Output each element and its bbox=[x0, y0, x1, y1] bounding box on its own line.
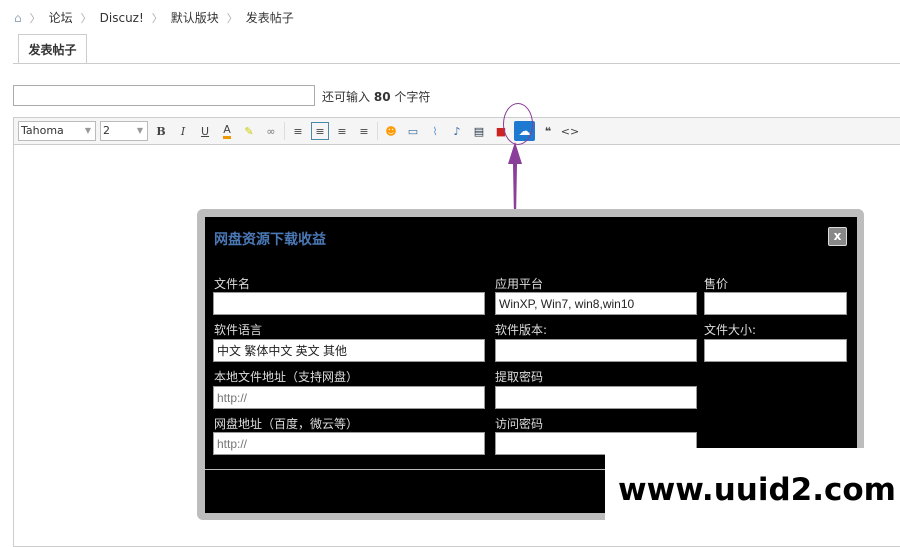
editor-toolbar: Tahoma ▼ 2 ▼ B I U A ✎ ∞ ≡ ≡ ≡ ≡ ☻ ▭ ⌇ ♪ ▤… bbox=[14, 118, 900, 145]
divider bbox=[377, 122, 378, 140]
dialog-title: 网盘资源下载收益 bbox=[214, 232, 326, 248]
label-language: 软件语言 bbox=[214, 323, 263, 337]
breadcrumb-current: 发表帖子 bbox=[245, 11, 294, 25]
image-icon[interactable]: ▭ bbox=[404, 122, 422, 140]
label-version: 软件版本: bbox=[495, 323, 548, 337]
attachment-icon[interactable]: ⌇ bbox=[426, 122, 444, 140]
font-select[interactable]: Tahoma ▼ bbox=[18, 121, 96, 141]
cloud-url-input[interactable] bbox=[213, 432, 485, 455]
home-icon[interactable]: ⌂ bbox=[14, 11, 22, 25]
highlight-icon[interactable]: ✎ bbox=[240, 122, 258, 140]
italic-button[interactable]: I bbox=[174, 122, 192, 140]
tab-post[interactable]: 发表帖子 bbox=[18, 34, 87, 64]
filesize-input[interactable] bbox=[704, 339, 847, 362]
label-filename: 文件名 bbox=[214, 277, 251, 291]
annotation-arrow bbox=[508, 142, 522, 218]
link-icon[interactable]: ∞ bbox=[262, 122, 280, 140]
align-justify-icon[interactable]: ≡ bbox=[311, 122, 329, 140]
breadcrumb: ⌂ 〉 论坛〉 Discuz! 〉 默认版块〉 发表帖子 bbox=[14, 9, 294, 26]
breadcrumb-forum[interactable]: 论坛 bbox=[49, 9, 73, 26]
label-filesize: 文件大小: bbox=[704, 323, 757, 337]
align-center-icon[interactable]: ≡ bbox=[333, 122, 351, 140]
divider bbox=[284, 122, 285, 140]
label-local-url: 本地文件地址（支持网盘） bbox=[214, 370, 359, 384]
label-platform: 应用平台 bbox=[495, 277, 544, 291]
label-extract-code: 提取密码 bbox=[495, 370, 544, 384]
music-icon[interactable]: ♪ bbox=[448, 122, 466, 140]
breadcrumb-discuz[interactable]: Discuz! bbox=[100, 11, 144, 25]
price-input[interactable] bbox=[704, 292, 847, 315]
quote-button[interactable]: ❝ bbox=[539, 122, 557, 140]
font-color-button[interactable]: A bbox=[218, 122, 236, 140]
watermark: www.uuid2.com bbox=[605, 448, 900, 536]
language-input[interactable] bbox=[213, 339, 485, 362]
label-price: 售价 bbox=[704, 277, 729, 291]
video-icon[interactable]: ▤ bbox=[470, 122, 488, 140]
version-input[interactable] bbox=[495, 339, 697, 362]
char-counter: 还可输入 80 个字符 bbox=[322, 90, 431, 104]
code-button[interactable]: <> bbox=[561, 122, 579, 140]
local-url-input[interactable] bbox=[213, 386, 485, 409]
underline-button[interactable]: U bbox=[196, 122, 214, 140]
close-button[interactable]: x bbox=[828, 227, 847, 246]
divider bbox=[13, 63, 900, 64]
subject-input[interactable] bbox=[13, 85, 315, 106]
breadcrumb-board[interactable]: 默认版块 bbox=[171, 9, 219, 26]
bold-button[interactable]: B bbox=[152, 122, 170, 140]
label-access-code: 访问密码 bbox=[495, 417, 544, 431]
label-cloud-url: 网盘地址（百度，微云等） bbox=[214, 417, 359, 431]
platform-input[interactable] bbox=[495, 292, 697, 315]
filename-input[interactable] bbox=[213, 292, 485, 315]
size-select[interactable]: 2 ▼ bbox=[100, 121, 148, 141]
align-right-icon[interactable]: ≡ bbox=[355, 122, 373, 140]
emoji-icon[interactable]: ☻ bbox=[382, 122, 400, 140]
align-left-icon[interactable]: ≡ bbox=[289, 122, 307, 140]
extract-code-input[interactable] bbox=[495, 386, 697, 409]
annotation-circle bbox=[503, 103, 533, 145]
